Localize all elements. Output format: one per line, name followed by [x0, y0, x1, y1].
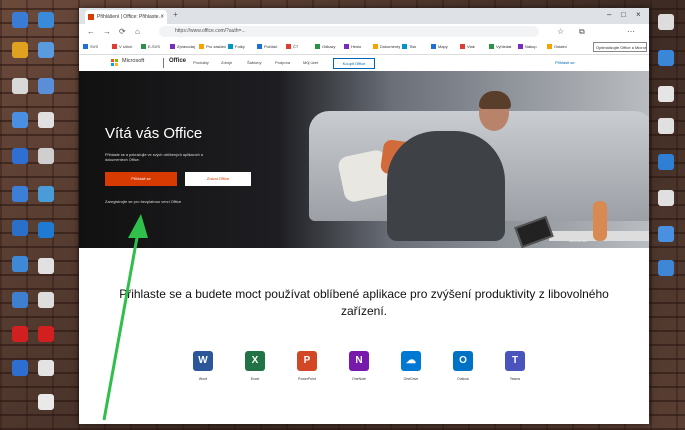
annotation-arrow: [102, 214, 148, 421]
